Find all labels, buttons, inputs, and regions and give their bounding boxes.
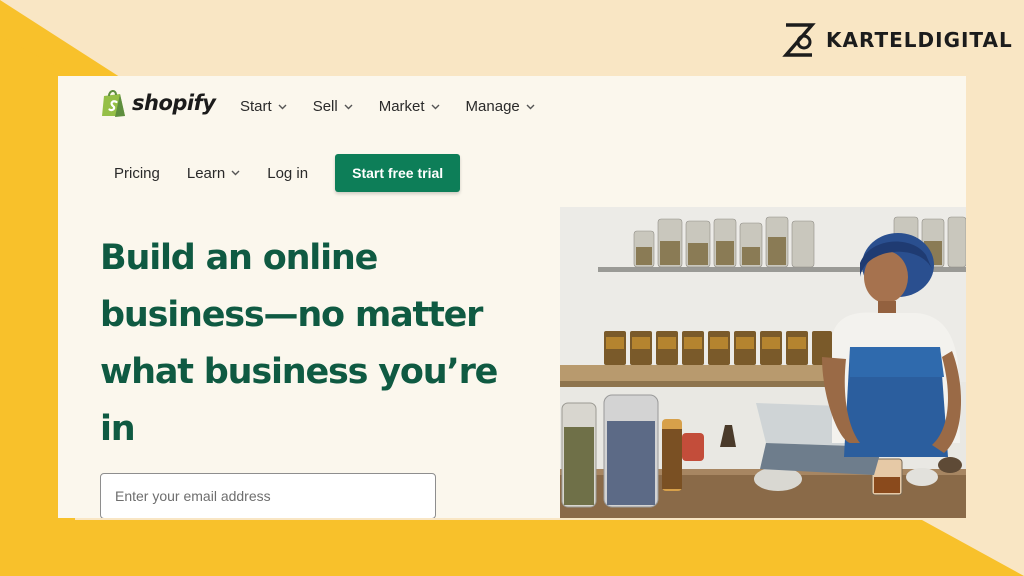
brand-name: KARTELDIGITAL xyxy=(826,28,1013,52)
nav-sell[interactable]: Sell xyxy=(313,98,353,115)
secondary-nav: Pricing Learn Log in Start free trial xyxy=(114,154,461,192)
shopify-bag-icon xyxy=(102,90,125,117)
nav-sell-label: Sell xyxy=(312,98,338,115)
hero-headline: Build an online business—no matter what … xyxy=(100,238,498,449)
chevron-down-icon xyxy=(344,104,353,109)
start-free-trial-button[interactable]: Start free trial xyxy=(335,154,461,192)
shopify-screenshot: shopify Start Sell Market Manage Pricing… xyxy=(58,76,966,518)
nav-market[interactable]: Market xyxy=(379,98,440,115)
shopify-logo[interactable]: shopify xyxy=(100,88,216,118)
chevron-down-icon xyxy=(278,104,287,109)
shopify-wordmark: shopify xyxy=(132,91,216,115)
nav-pricing[interactable]: Pricing xyxy=(114,165,160,182)
karteldigital-mark-icon xyxy=(782,23,816,57)
email-input[interactable] xyxy=(100,473,436,518)
nav-market-label: Market xyxy=(378,98,425,115)
nav-start-label: Start xyxy=(240,98,272,115)
karteldigital-logo: KARTELDIGITAL xyxy=(782,22,1013,58)
nav-learn-label: Learn xyxy=(186,164,226,182)
hero-image xyxy=(560,207,966,518)
chevron-down-icon xyxy=(431,104,440,109)
primary-nav: Start Sell Market Manage xyxy=(240,98,535,115)
chevron-down-icon xyxy=(231,170,240,176)
nav-start[interactable]: Start xyxy=(240,98,287,115)
nav-login[interactable]: Log in xyxy=(267,165,308,182)
nav-manage-label: Manage xyxy=(465,98,520,115)
nav-learn[interactable]: Learn xyxy=(187,165,240,182)
chevron-down-icon xyxy=(526,104,535,109)
nav-manage[interactable]: Manage xyxy=(466,98,535,115)
